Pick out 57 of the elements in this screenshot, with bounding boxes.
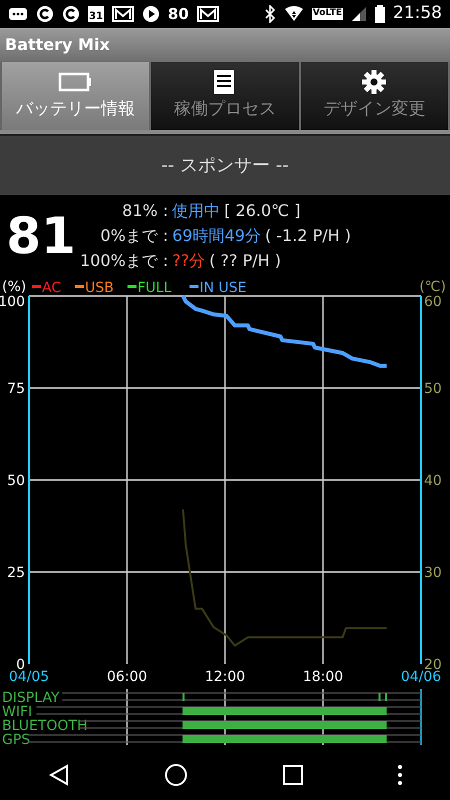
app-icon [62,5,80,23]
calendar-icon: 31 [88,6,104,22]
info-value: 69時間49分 [172,225,261,247]
date-label: 04/06 [400,669,442,685]
home-icon[interactable] [164,763,188,787]
x-tick-label: 06:00 [106,669,148,685]
activity-label: DISPLAY [2,690,60,706]
info-detail: ( -1.2 P/H ) [264,225,351,247]
activity-label: GPS [2,732,30,745]
info-label: 0%まで : [99,225,168,247]
back-icon[interactable] [46,763,71,787]
y-tick-label: 25 [7,565,25,581]
mail-icon [112,5,134,23]
info-label: 81% : [121,200,168,222]
x-tick-label: 12:00 [204,669,246,685]
info-detail: [ 26.0℃ ] [224,200,300,222]
more-icon[interactable] [397,764,404,786]
play-icon [142,5,160,23]
y-tick-label: 60 [424,294,442,310]
activity-label: BLUETOOTH [2,718,88,734]
x-tick-label: 18:00 [302,669,344,685]
notification-count: 80 [168,4,189,25]
y-tick-label: 75 [7,381,25,397]
legend-label: IN USE [200,280,247,296]
y-tick-label: 100 [0,294,25,310]
legend-item: USB [75,280,114,296]
info-value: 使用中 [172,200,220,222]
y-tick-label: 40 [424,473,442,489]
info-value: ??分 [172,250,206,272]
wifi-icon [284,6,304,22]
axis-label: (%) [2,279,26,295]
legend-item: IN USE [190,280,247,296]
info-detail: ( ?? P/H ) [209,250,281,272]
info-label: 100%まで : [80,250,168,272]
network-label: VoLTE [312,8,343,20]
y-tick-label: 50 [424,381,442,397]
mail-icon [196,5,219,23]
battery-percent: 81 [5,211,77,261]
signal-icon [351,6,367,22]
sponsor-text: -- スポンサー -- [161,154,289,178]
y-tick-label: 30 [424,565,442,581]
tab[interactable]: 稼働プロセス [151,62,299,130]
legend-item: AC [32,280,62,296]
date-label: 04/05 [8,669,50,685]
y-tick-label: 50 [7,473,25,489]
message-icon [8,6,28,22]
activity-label: WIFI [2,704,32,720]
tab[interactable]: デザイン変更 [300,62,448,130]
recents-icon[interactable] [282,764,304,786]
clock: 21:58 [393,2,442,26]
battery-icon [375,5,385,23]
axis-label: (℃) [419,279,446,295]
legend-item: FULL [128,280,172,296]
bluetooth-icon [264,5,276,23]
app-title: Battery Mix [0,28,450,62]
tab[interactable]: バッテリー情報 [2,62,150,130]
app-icon [36,5,54,23]
